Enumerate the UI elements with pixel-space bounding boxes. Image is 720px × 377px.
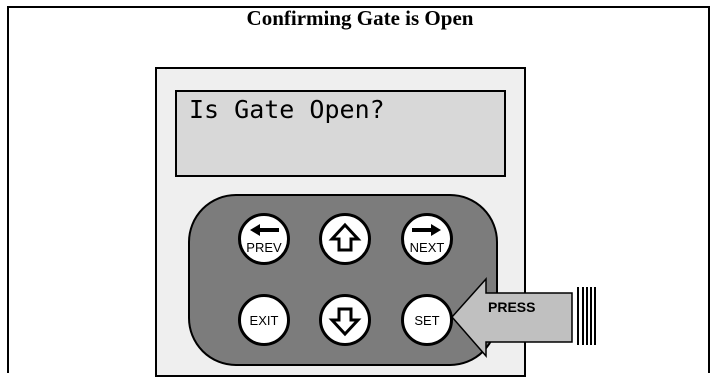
figure-title: Confirming Gate is Open [246,6,474,30]
prev-key[interactable]: PREV [238,213,290,265]
prev-key-label: PREV [246,240,282,255]
press-label: PRESS [488,299,536,315]
arrow-tail-bars [577,287,596,345]
lcd-text: Is Gate Open? [189,95,385,124]
set-key-label: SET [414,313,440,328]
down-key[interactable] [319,294,371,346]
up-arrow-icon [328,222,362,252]
exit-key[interactable]: EXIT [238,294,290,346]
down-arrow-icon [328,307,362,337]
next-key-label: NEXT [409,240,445,255]
left-arrow-icon [250,224,279,236]
exit-key-label: EXIT [249,313,279,328]
lcd-display: Is Gate Open? [175,90,506,177]
right-arrow-icon [412,224,441,236]
next-key[interactable]: NEXT [401,213,453,265]
up-key[interactable] [319,213,371,265]
press-arrow-icon [450,277,573,358]
